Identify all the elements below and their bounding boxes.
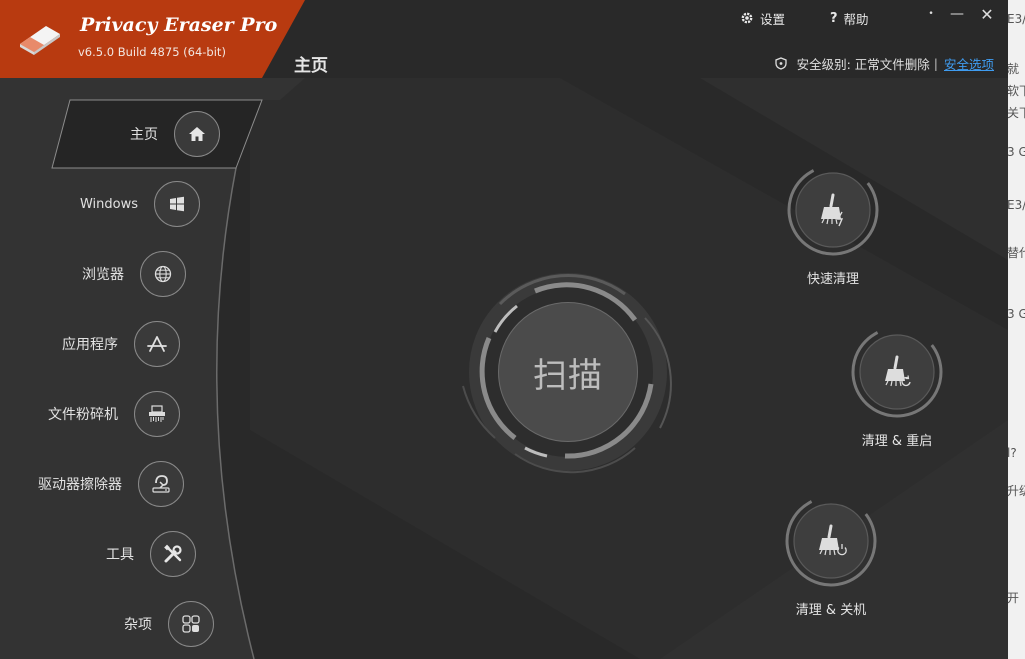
windows-icon xyxy=(154,181,200,227)
broom-lightning-icon xyxy=(821,193,844,227)
sidebar-item-file-shredder[interactable]: 文件粉碎机 xyxy=(40,391,180,437)
drive-wiper-icon xyxy=(138,461,184,507)
help-button[interactable]: ? 帮助 xyxy=(830,8,869,28)
sidebar-item-applications[interactable]: 应用程序 xyxy=(48,321,180,367)
background-text-fragment: 3 G xyxy=(1007,145,1025,159)
clean-shutdown-button[interactable]: 清理 & 关机 xyxy=(784,494,878,618)
background-text-fragment: l? xyxy=(1007,446,1017,460)
sidebar-item-label: Windows xyxy=(79,196,138,212)
background-text-fragment: 升级 xyxy=(1007,484,1025,498)
app-name: Privacy Eraser Pro xyxy=(80,14,278,36)
settings-button[interactable]: 设置 xyxy=(740,8,785,28)
sidebar-item-label: 主页 xyxy=(130,127,158,143)
menu-dot-button[interactable]: • xyxy=(920,4,942,24)
grid-icon xyxy=(168,601,214,647)
background-text-fragment: E3/ xyxy=(1007,12,1025,26)
close-icon: ✕ xyxy=(980,4,994,24)
help-label: 帮助 xyxy=(843,11,869,27)
background-text-fragment: E3/ xyxy=(1007,198,1025,212)
security-options-link[interactable]: 安全选项 xyxy=(944,54,994,73)
app-window: Privacy Eraser Pro v6.5.0 Build 4875 (64… xyxy=(0,0,1008,659)
sidebar-item-label: 驱动器擦除器 xyxy=(38,477,122,493)
broom-power-icon xyxy=(819,524,847,556)
minimize-button[interactable]: — xyxy=(946,4,968,24)
sidebar-item-label: 文件粉碎机 xyxy=(48,407,118,423)
background-text-fragment: 3 G xyxy=(1007,307,1025,321)
broom-restart-icon xyxy=(885,355,911,387)
close-button[interactable]: ✕ xyxy=(976,4,998,24)
background-text-fragment: 开 xyxy=(1007,591,1020,605)
sidebar-item-label: 工具 xyxy=(106,547,134,563)
question-icon: ? xyxy=(830,10,838,26)
scan-label: 扫描 xyxy=(533,355,603,396)
shredder-icon xyxy=(134,391,180,437)
dot-icon: • xyxy=(928,9,934,19)
security-level: 安全级别: 正常文件删除 | 安全选项 xyxy=(774,54,994,73)
security-separator: | xyxy=(933,56,938,71)
sidebar-item-windows[interactable]: Windows xyxy=(70,181,200,227)
minimize-icon: — xyxy=(950,6,964,22)
settings-label: 设置 xyxy=(760,11,786,27)
clean-restart-label: 清理 & 重启 xyxy=(861,434,933,449)
quick-clean-button[interactable]: 快速清理 xyxy=(786,163,880,287)
background-text-fragment: 替代 xyxy=(1007,246,1025,260)
security-level-text: 安全级别: 正常文件删除 xyxy=(796,57,930,72)
tools-icon xyxy=(150,531,196,577)
sidebar-item-label: 应用程序 xyxy=(62,337,118,353)
sidebar-item-tools[interactable]: 工具 xyxy=(90,531,196,577)
background-text-fragment: 就 xyxy=(1007,62,1020,76)
quick-clean-label: 快速清理 xyxy=(806,272,859,287)
gear-icon xyxy=(740,11,754,25)
page-title: 主页 xyxy=(294,56,328,76)
globe-icon xyxy=(140,251,186,297)
background-text-fragment: 软下 xyxy=(1007,84,1025,98)
sidebar-item-drive-wiper[interactable]: 驱动器擦除器 xyxy=(26,461,184,507)
background-text-fragment: 关下 xyxy=(1007,106,1025,120)
clean-shutdown-label: 清理 & 关机 xyxy=(795,603,867,618)
sidebar-item-home[interactable]: 主页 xyxy=(118,111,220,157)
sidebar-item-label: 浏览器 xyxy=(82,267,124,283)
sidebar-item-label: 杂项 xyxy=(124,617,152,633)
scan-button[interactable]: 扫描 xyxy=(498,302,638,442)
home-icon xyxy=(174,111,220,157)
shield-icon xyxy=(774,57,787,70)
sidebar-item-misc[interactable]: 杂项 xyxy=(108,601,214,647)
eraser-logo-icon xyxy=(20,26,60,55)
clean-restart-button[interactable]: 清理 & 重启 xyxy=(850,325,944,449)
app-version: v6.5.0 Build 4875 (64-bit) xyxy=(78,45,226,59)
app-store-icon xyxy=(134,321,180,367)
sidebar-item-browser[interactable]: 浏览器 xyxy=(54,251,186,297)
